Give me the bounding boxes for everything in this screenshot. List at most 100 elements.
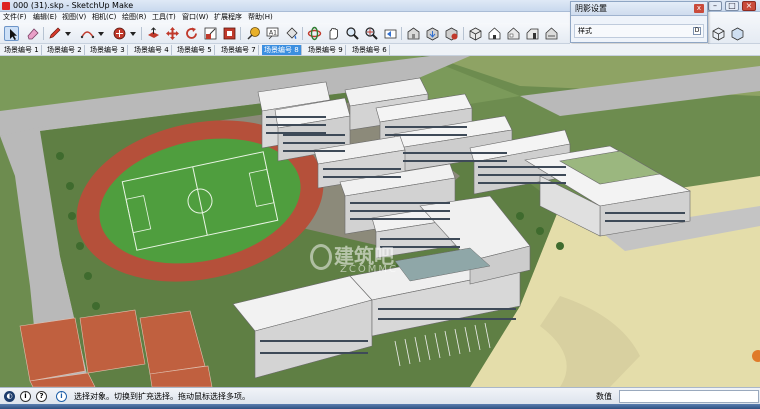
rotate-icon bbox=[186, 27, 197, 39]
credits-icon[interactable]: i bbox=[20, 391, 31, 402]
scene-tab-6[interactable]: 场景编号 6 bbox=[350, 45, 390, 55]
text-tool-button[interactable]: A1 bbox=[265, 26, 280, 41]
arc-tool-button[interactable] bbox=[80, 26, 95, 41]
eraser-tool-button[interactable] bbox=[25, 26, 40, 41]
chevron-down-icon bbox=[98, 32, 104, 36]
status-message: 选择对象。切换到扩充选择。拖动鼠标选择多项。 bbox=[74, 392, 250, 401]
shapes-tool-button[interactable] bbox=[112, 26, 127, 41]
scale-icon bbox=[204, 27, 217, 40]
arc-icon bbox=[80, 31, 95, 39]
right-view-icon bbox=[526, 28, 539, 40]
wireframe-icon bbox=[712, 27, 725, 41]
close-button[interactable]: × bbox=[742, 1, 756, 11]
pan-icon bbox=[329, 27, 338, 40]
scene-tab-9[interactable]: 场景编号 9 bbox=[306, 45, 346, 55]
menu-view[interactable]: 视图(V) bbox=[62, 13, 86, 22]
menu-draw[interactable]: 绘图(R) bbox=[122, 13, 146, 22]
menu-tools[interactable]: 工具(T) bbox=[152, 13, 176, 22]
paint-bucket-icon bbox=[286, 27, 298, 39]
scene-tab-4[interactable]: 场景编号 4 bbox=[132, 45, 172, 55]
move-tool-button[interactable] bbox=[165, 26, 180, 41]
geo-location-icon[interactable]: ◐ bbox=[4, 391, 15, 402]
xray-icon bbox=[731, 27, 744, 41]
scale-tool-button[interactable] bbox=[203, 26, 218, 41]
scene-tab-5[interactable]: 场景编号 5 bbox=[175, 45, 215, 55]
front-view-icon bbox=[507, 27, 520, 40]
orbit-tool-button[interactable] bbox=[307, 26, 322, 41]
text-icon: A1 bbox=[266, 27, 279, 40]
main-toolbar: A1 bbox=[0, 23, 570, 44]
chevron-down-icon bbox=[65, 32, 71, 36]
menu-window[interactable]: 窗口(W) bbox=[182, 13, 208, 22]
menu-extensions[interactable]: 扩展程序 bbox=[214, 13, 242, 22]
push-pull-tool-button[interactable] bbox=[146, 26, 161, 41]
offset-tool-button[interactable] bbox=[222, 26, 237, 41]
share-model-icon bbox=[426, 27, 439, 41]
measurements-input[interactable] bbox=[619, 390, 759, 403]
sketchup-app-icon bbox=[2, 2, 10, 10]
measurements-label: 数值 bbox=[596, 392, 612, 401]
select-tool-button[interactable] bbox=[4, 26, 19, 41]
watermark: 建筑吧 ZCOMMC bbox=[310, 242, 470, 282]
iso-view-icon bbox=[469, 27, 482, 41]
back-view-icon bbox=[545, 27, 558, 40]
scene-tab-7[interactable]: 场景编号 7 bbox=[219, 45, 259, 55]
rotate-tool-button[interactable] bbox=[184, 26, 199, 41]
tape-measure-tool-button[interactable] bbox=[246, 26, 261, 41]
shapes-dropdown[interactable] bbox=[129, 26, 137, 41]
shapes-icon bbox=[113, 27, 126, 40]
menu-help[interactable]: 帮助(H) bbox=[248, 13, 273, 22]
styles-tray-row[interactable]: 样式 D bbox=[574, 24, 704, 38]
warehouse-icon bbox=[407, 27, 420, 40]
window-title: 000 (31).skp - SketchUp Make bbox=[13, 1, 134, 10]
offset-icon bbox=[223, 27, 236, 40]
scene-tab-8[interactable]: 场景编号 8 bbox=[262, 45, 302, 55]
status-bar: ◐ i ? i 选择对象。切换到扩充选择。拖动鼠标选择多项。 数值 bbox=[0, 387, 760, 404]
previous-view-tool-button[interactable] bbox=[383, 26, 398, 41]
watermark-subtext: ZCOMMC bbox=[340, 264, 398, 275]
styles-row-label: 样式 bbox=[578, 27, 592, 35]
help-icon[interactable]: ? bbox=[36, 391, 47, 402]
back-view-button[interactable] bbox=[544, 26, 559, 41]
pan-tool-button[interactable] bbox=[326, 26, 341, 41]
chevron-down-icon bbox=[130, 32, 136, 36]
warehouse-button[interactable] bbox=[406, 26, 421, 41]
watermark-logo-icon bbox=[310, 244, 332, 270]
shadow-settings-panel: 阴影设置 x 样式 D bbox=[570, 1, 708, 43]
menu-file[interactable]: 文件(F) bbox=[3, 13, 27, 22]
info-icon[interactable]: i bbox=[56, 391, 67, 402]
pencil-tool-button[interactable] bbox=[47, 26, 62, 41]
front-view-button[interactable] bbox=[506, 26, 521, 41]
paint-bucket-tool-button[interactable] bbox=[284, 26, 299, 41]
style-toolbar bbox=[708, 12, 760, 44]
minimize-button[interactable]: – bbox=[708, 1, 722, 11]
menu-camera[interactable]: 相机(C) bbox=[92, 13, 116, 22]
maximize-button[interactable]: □ bbox=[725, 1, 739, 11]
zoom-extents-icon bbox=[365, 27, 378, 40]
scene-tabs-bar: 场景编号 1 场景编号 2 场景编号 3 场景编号 4 场景编号 5 场景编号 … bbox=[0, 44, 760, 56]
expand-icon[interactable]: D bbox=[693, 27, 701, 35]
extension-warehouse-button[interactable] bbox=[444, 26, 459, 41]
push-pull-icon bbox=[148, 27, 159, 38]
scene-tab-2[interactable]: 场景编号 2 bbox=[45, 45, 85, 55]
panel-title-bar[interactable]: 阴影设置 x bbox=[571, 2, 707, 16]
panel-close-button[interactable]: x bbox=[694, 4, 704, 13]
zoom-tool-button[interactable] bbox=[345, 26, 360, 41]
scene-tab-3[interactable]: 场景编号 3 bbox=[88, 45, 128, 55]
iso-view-button[interactable] bbox=[468, 26, 483, 41]
pencil-dropdown[interactable] bbox=[64, 26, 72, 41]
right-view-button[interactable] bbox=[525, 26, 540, 41]
top-view-icon bbox=[488, 27, 501, 40]
zoom-icon bbox=[346, 27, 359, 40]
xray-style-button[interactable] bbox=[730, 26, 745, 41]
arc-dropdown[interactable] bbox=[97, 26, 105, 41]
share-model-button[interactable] bbox=[425, 26, 440, 41]
zoom-extents-tool-button[interactable] bbox=[364, 26, 379, 41]
scene-tab-1[interactable]: 场景编号 1 bbox=[2, 45, 42, 55]
wireframe-style-button[interactable] bbox=[711, 26, 726, 41]
svg-text:A1: A1 bbox=[269, 30, 277, 37]
os-taskbar bbox=[0, 404, 760, 409]
menu-edit[interactable]: 编辑(E) bbox=[33, 13, 57, 22]
model-viewport[interactable]: 建筑吧 ZCOMMC bbox=[0, 56, 760, 387]
top-view-button[interactable] bbox=[487, 26, 502, 41]
